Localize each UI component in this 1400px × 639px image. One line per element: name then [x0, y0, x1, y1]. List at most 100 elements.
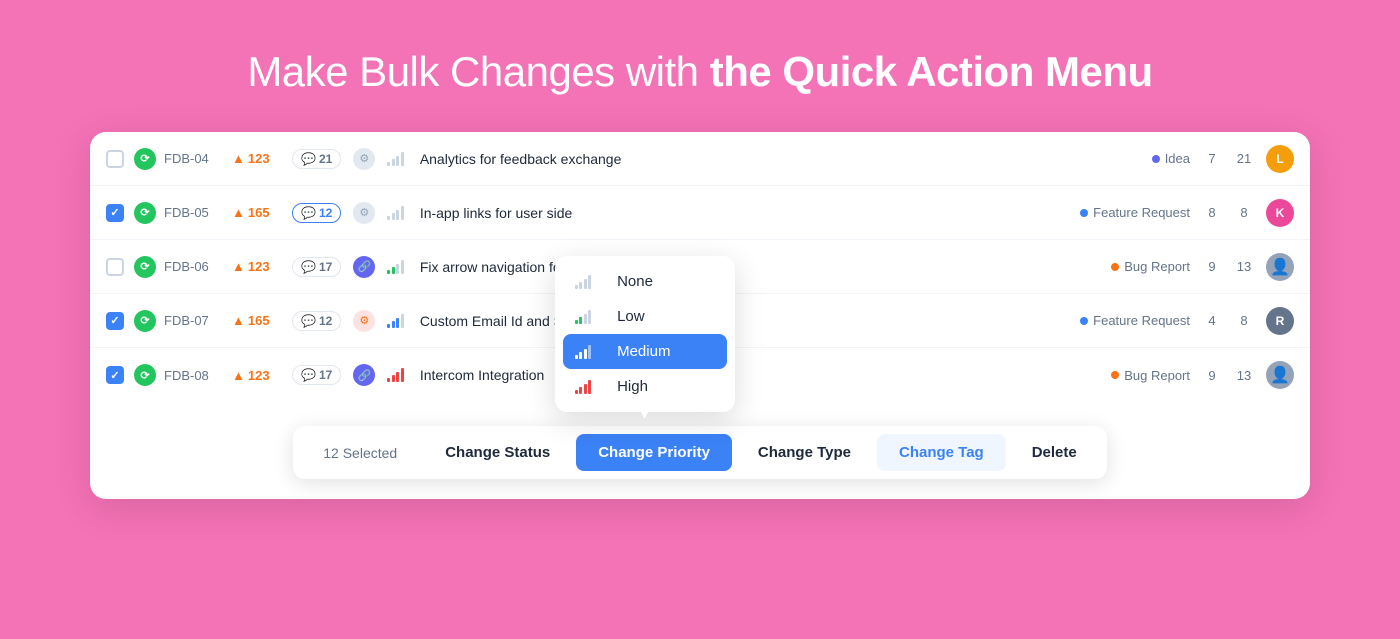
change-status-button[interactable]: Change Status: [423, 434, 572, 471]
comment-icon: 💬: [301, 260, 316, 274]
priority-item-high[interactable]: High: [563, 369, 727, 404]
priority-bar-low: [575, 310, 592, 324]
priority-bar-fdb04: [387, 152, 404, 166]
table-row: ⟳ FDB-04 ▲ 123 💬 21 ⚙ Analytics for feed…: [90, 132, 1310, 186]
comments-fdb05[interactable]: 💬 12: [292, 203, 341, 223]
comment-icon: 💬: [301, 314, 316, 328]
tag-idea: Idea: [1152, 151, 1190, 166]
priority-medium-label: Medium: [617, 343, 670, 360]
priority-item-none[interactable]: None: [563, 264, 727, 299]
row-id-fdb07: FDB-07: [164, 313, 220, 328]
priority-bar-high: [575, 380, 592, 394]
link-icon-fdb06: 🔗: [353, 256, 375, 278]
priority-bar-medium: [575, 345, 592, 359]
priority-item-low[interactable]: Low: [563, 299, 727, 334]
row-right-fdb07: Feature Request 4 8 R: [1080, 307, 1294, 335]
comment-icon: 💬: [301, 368, 316, 382]
comments-fdb08[interactable]: 💬 17: [292, 365, 341, 385]
row-right-fdb04: Idea 7 21 L: [1152, 145, 1294, 173]
upvote-count: 123: [248, 259, 270, 274]
priority-high-label: High: [617, 378, 648, 395]
upvote-count: 165: [248, 205, 270, 220]
row-title-fdb08: Intercom Integration: [420, 367, 1111, 383]
upvote-count: 123: [248, 368, 270, 383]
upvotes-fdb05: ▲ 165: [232, 205, 280, 220]
action-bar-inner: 12 Selected Change Status Change Priorit…: [293, 426, 1107, 479]
comment-count: 21: [319, 152, 332, 166]
row-right-fdb06: Bug Report 9 13 👤: [1111, 253, 1294, 281]
selected-count-button: 12 Selected: [301, 435, 419, 471]
change-priority-button[interactable]: Change Priority: [576, 434, 732, 471]
comments-fdb06[interactable]: 💬 17: [292, 257, 341, 277]
count2-fdb08: 13: [1234, 368, 1254, 383]
status-icon-fdb06: ⟳: [134, 256, 156, 278]
priority-bar-fdb06: [387, 260, 404, 274]
comment-icon: 💬: [301, 206, 316, 220]
row-checkbox-fdb08[interactable]: [106, 366, 124, 384]
gear-icon-fdb07: ⚙: [353, 310, 375, 332]
tag-feature-request-2: Feature Request: [1080, 313, 1190, 328]
row-id-fdb04: FDB-04: [164, 151, 220, 166]
row-checkbox-fdb05[interactable]: [106, 204, 124, 222]
upvote-count: 123: [248, 151, 270, 166]
priority-bar-fdb07: [387, 314, 404, 328]
upvote-count: 165: [248, 313, 270, 328]
priority-none-label: None: [617, 273, 653, 290]
avatar-fdb04: L: [1266, 145, 1294, 173]
comment-count: 17: [319, 260, 332, 274]
upvote-arrow-icon: ▲: [232, 205, 245, 220]
action-bar: 12 Selected Change Status Change Priorit…: [90, 410, 1310, 499]
comment-icon: 💬: [301, 152, 316, 166]
count1-fdb08: 9: [1202, 368, 1222, 383]
row-id-fdb05: FDB-05: [164, 205, 220, 220]
row-checkbox-fdb04[interactable]: [106, 150, 124, 168]
comments-fdb04[interactable]: 💬 21: [292, 149, 341, 169]
tag-feature-request: Feature Request: [1080, 205, 1190, 220]
avatar-fdb06: 👤: [1266, 253, 1294, 281]
status-icon-fdb05: ⟳: [134, 202, 156, 224]
main-card: ⟳ FDB-04 ▲ 123 💬 21 ⚙ Analytics for feed…: [90, 132, 1310, 499]
row-checkbox-fdb07[interactable]: [106, 312, 124, 330]
count1-fdb04: 7: [1202, 151, 1222, 166]
priority-bar-fdb05: [387, 206, 404, 220]
count2-fdb04: 21: [1234, 151, 1254, 166]
status-icon-fdb04: ⟳: [134, 148, 156, 170]
hero-title: Make Bulk Changes with the Quick Action …: [247, 48, 1152, 96]
row-title-fdb04: Analytics for feedback exchange: [420, 151, 1152, 167]
priority-bar-fdb08: [387, 368, 404, 382]
change-type-button[interactable]: Change Type: [736, 434, 873, 471]
tag-bug-report-2: Bug Report: [1111, 368, 1190, 383]
count1-fdb05: 8: [1202, 205, 1222, 220]
upvotes-fdb08: ▲ 123: [232, 368, 280, 383]
priority-bar-none: [575, 275, 592, 289]
upvote-arrow-icon: ▲: [232, 368, 245, 383]
upvotes-fdb07: ▲ 165: [232, 313, 280, 328]
priority-item-medium[interactable]: Medium: [563, 334, 727, 369]
comment-count: 12: [319, 206, 332, 220]
count2-fdb06: 13: [1234, 259, 1254, 274]
row-right-fdb05: Feature Request 8 8 K: [1080, 199, 1294, 227]
count2-fdb05: 8: [1234, 205, 1254, 220]
comments-fdb07[interactable]: 💬 12: [292, 311, 341, 331]
count1-fdb06: 9: [1202, 259, 1222, 274]
row-checkbox-fdb06[interactable]: [106, 258, 124, 276]
row-title-fdb07: Custom Email Id and SMTP: [420, 313, 1080, 329]
delete-button[interactable]: Delete: [1010, 434, 1099, 471]
upvote-arrow-icon: ▲: [232, 151, 245, 166]
tag-bug-report: Bug Report: [1111, 259, 1190, 274]
row-id-fdb08: FDB-08: [164, 368, 220, 383]
status-icon-fdb07: ⟳: [134, 310, 156, 332]
row-title-fdb06: Fix arrow navigation for surveys: [420, 259, 1111, 275]
priority-low-label: Low: [617, 308, 645, 325]
avatar-fdb05: K: [1266, 199, 1294, 227]
priority-dropdown: None Low Medium: [555, 256, 735, 412]
row-id-fdb06: FDB-06: [164, 259, 220, 274]
gear-icon-fdb04: ⚙: [353, 148, 375, 170]
table-row: ⟳ FDB-05 ▲ 165 💬 12 ⚙ In-app links for u…: [90, 186, 1310, 240]
comment-count: 12: [319, 314, 332, 328]
upvotes-fdb06: ▲ 123: [232, 259, 280, 274]
row-right-fdb08: Bug Report 9 13 👤: [1111, 361, 1294, 389]
change-tag-button[interactable]: Change Tag: [877, 434, 1006, 471]
count2-fdb07: 8: [1234, 313, 1254, 328]
count1-fdb07: 4: [1202, 313, 1222, 328]
